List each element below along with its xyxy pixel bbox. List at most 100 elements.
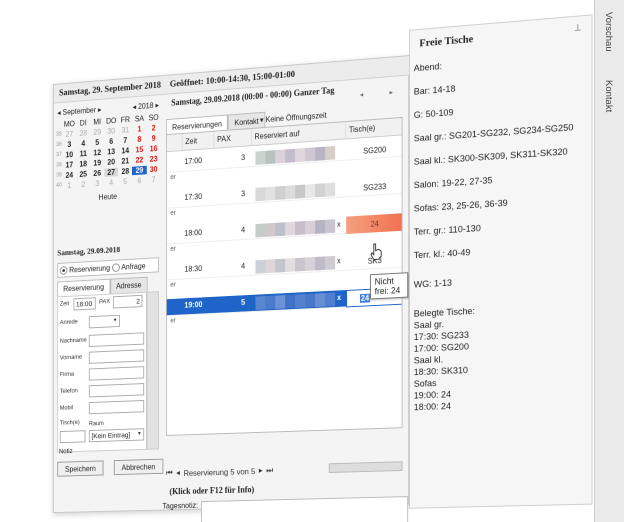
calendar-day[interactable]: 1: [132, 124, 146, 134]
calendar-day[interactable]: 13: [104, 147, 118, 156]
redacted-name-block: [275, 295, 285, 309]
calendar-day[interactable]: 3: [90, 179, 104, 188]
last-record-icon[interactable]: ⏭: [266, 465, 273, 476]
week-number: 35: [56, 131, 63, 140]
calendar-day[interactable]: 5: [118, 177, 132, 186]
calendar-day[interactable]: 24: [62, 171, 76, 180]
row-indicator-header: [167, 134, 183, 152]
mobile-label: Mobil: [60, 405, 73, 412]
today-button[interactable]: Heute: [56, 189, 161, 204]
salutation-select[interactable]: ▾: [89, 315, 120, 329]
redacted-name-block: [295, 258, 305, 272]
col-tables[interactable]: Tisch(e): [346, 118, 402, 140]
year-picker[interactable]: ◂ 2018 ▸: [133, 101, 159, 111]
calendar-day[interactable]: 20: [104, 157, 118, 166]
lastname-field[interactable]: [89, 332, 144, 347]
calendar-day[interactable]: 5: [90, 138, 104, 147]
room-select[interactable]: [Kein Eintrag] ▾: [89, 428, 144, 442]
mobile-field[interactable]: [89, 400, 144, 414]
calendar-day[interactable]: 28: [118, 167, 132, 176]
tab-preview[interactable]: Vorschau: [603, 12, 614, 52]
calendar-day[interactable]: 11: [76, 149, 90, 158]
free-table-line: Terr. kl.: 40-49: [414, 247, 471, 261]
calendar-day[interactable]: 31: [118, 125, 132, 134]
radio-reservation[interactable]: [60, 266, 68, 275]
calendar-day[interactable]: 6: [104, 137, 118, 146]
calendar-day[interactable]: 23: [146, 154, 160, 163]
calendar-day[interactable]: 6: [132, 176, 146, 185]
redacted-name-block: [295, 221, 305, 235]
calendar-day[interactable]: 2: [146, 123, 160, 133]
calendar-day[interactable]: 15: [132, 145, 146, 154]
calendar-day[interactable]: 22: [132, 155, 146, 164]
row-time: 17:30: [184, 192, 202, 202]
row-table[interactable]: SG233: [346, 176, 402, 197]
calendar-day[interactable]: 27: [62, 130, 76, 139]
daynote-label: Tagesnotiz:: [162, 501, 198, 510]
calendar-day[interactable]: 29: [90, 128, 104, 137]
time-field[interactable]: 18:00: [73, 297, 95, 310]
next-record-icon[interactable]: ▸: [259, 465, 263, 476]
calendar-day[interactable]: 12: [90, 148, 104, 157]
calendar-day[interactable]: 30: [146, 165, 160, 174]
calendar-day[interactable]: 17: [62, 160, 76, 169]
next-day-icon[interactable]: ▸: [390, 88, 393, 96]
tab-contact-side[interactable]: Kontakt: [603, 80, 614, 112]
row-table-value: 24: [360, 293, 370, 302]
side-vertical-tabs: Vorschau Kontakt: [594, 0, 624, 522]
table-label: Tisch(e): [60, 419, 80, 426]
cancel-button[interactable]: Abbrechen: [114, 459, 163, 475]
calendar-day[interactable]: 1: [62, 181, 76, 190]
col-pax[interactable]: PAX: [214, 129, 251, 149]
col-reserved-for[interactable]: Reserviert auf: [252, 122, 346, 146]
table-field[interactable]: [60, 430, 86, 443]
calendar-day[interactable]: 16: [146, 144, 160, 153]
company-field[interactable]: [89, 366, 144, 380]
row-table[interactable]: SG200: [346, 139, 402, 160]
calendar-day[interactable]: 27: [104, 168, 118, 177]
calendar-day[interactable]: 4: [104, 178, 118, 187]
calendar-day[interactable]: 19: [90, 158, 104, 167]
prev-day-icon[interactable]: ◂: [360, 91, 363, 99]
calendar-day[interactable]: 4: [76, 139, 90, 148]
pax-field[interactable]: 2: [113, 295, 142, 309]
form-scrollbar[interactable]: [147, 291, 159, 450]
grid-hscrollbar[interactable]: [329, 461, 403, 473]
month-picker[interactable]: ◂ September ▸: [57, 105, 101, 117]
chevron-down-icon: ▾: [138, 429, 141, 439]
calendar-day[interactable]: 3: [62, 140, 76, 149]
firstname-field[interactable]: [89, 349, 144, 364]
redacted-name-block: [255, 223, 265, 237]
redacted-name-block: [285, 149, 295, 163]
calendar-day[interactable]: 9: [146, 134, 160, 144]
prev-record-icon[interactable]: ◂: [176, 468, 180, 478]
row-table[interactable]: 24: [346, 213, 402, 234]
calendar-day[interactable]: 8: [132, 135, 146, 144]
col-zeit[interactable]: Zeit: [183, 132, 215, 151]
phone-field[interactable]: [89, 383, 144, 397]
calendar-day[interactable]: 7: [146, 175, 160, 184]
calendar-day[interactable]: 10: [62, 150, 76, 159]
row-time: 17:00: [184, 156, 202, 166]
first-record-icon[interactable]: ⏮: [166, 468, 173, 479]
calendar-day[interactable]: 21: [118, 156, 132, 165]
calendar-day[interactable]: 25: [76, 170, 90, 179]
calendar-day[interactable]: 26: [90, 169, 104, 178]
free-table-line: Salon: 19-22, 27-35: [414, 175, 493, 191]
pin-icon[interactable]: ⊥: [574, 22, 582, 34]
calendar-day[interactable]: 14: [118, 146, 132, 155]
radio-request[interactable]: [112, 263, 120, 272]
redacted-name-block: [285, 295, 295, 309]
pax-label: PAX: [99, 298, 110, 305]
redacted-name-block: [325, 293, 335, 307]
calendar-day[interactable]: 29: [132, 166, 146, 175]
redacted-name-block: [285, 222, 295, 236]
calendar-day[interactable]: 7: [118, 136, 132, 145]
calendar-day[interactable]: 2: [76, 180, 90, 189]
free-table-line: Sofas: 23, 25-26, 36-39: [414, 198, 508, 215]
calendar-day[interactable]: 30: [104, 127, 118, 136]
daynote-field[interactable]: [201, 496, 408, 522]
save-button[interactable]: Speichern: [57, 460, 103, 476]
calendar-day[interactable]: 18: [76, 159, 90, 168]
calendar-day[interactable]: 28: [76, 129, 90, 138]
